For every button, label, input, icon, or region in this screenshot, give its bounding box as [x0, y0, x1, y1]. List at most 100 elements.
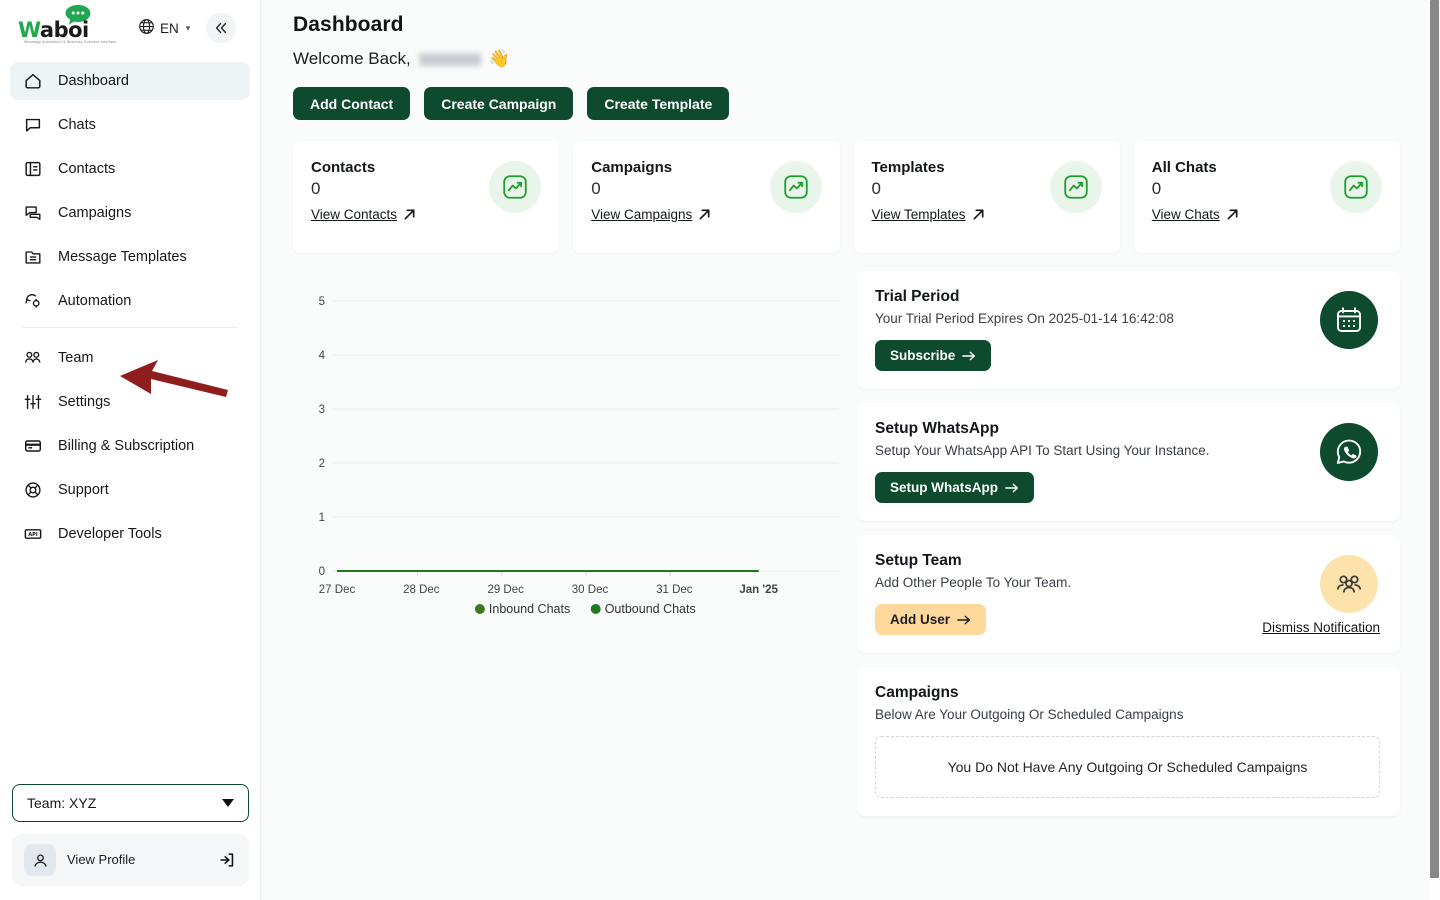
sidebar-item-label: Contacts [58, 161, 116, 177]
profile-text: View Profile [67, 851, 206, 869]
arrow-right-icon [957, 615, 970, 624]
svg-text:2: 2 [319, 458, 325, 470]
view-contacts-link[interactable]: View Contacts [311, 207, 416, 222]
team-selector-label: Team: XYZ [27, 795, 97, 811]
logo-tagline: Whatsapp Automation & Business Outreach … [24, 40, 117, 44]
welcome-username-redacted [418, 52, 481, 66]
stats-cards-row: Contacts 0 View Contacts Campaigns 0 Vie… [293, 141, 1400, 253]
logout-icon[interactable] [217, 850, 237, 870]
setup-whatsapp-button-label: Setup WhatsApp [890, 480, 998, 495]
waving-hand-icon: 👋 [488, 49, 510, 68]
app-root: Waboi Whatsapp Automation & Business Out… [0, 0, 1440, 900]
page-scrollbar-track[interactable] [1429, 0, 1440, 900]
sidebar-item-billing-subscription[interactable]: Billing & Subscription [10, 427, 250, 465]
logo-wordmark-rest: aboi [39, 18, 89, 42]
subscribe-button[interactable]: Subscribe [875, 340, 992, 371]
view-profile-label: View Profile [67, 852, 136, 867]
view-templates-link[interactable]: View Templates [872, 207, 985, 222]
sidebar: Waboi Whatsapp Automation & Business Out… [0, 0, 261, 900]
trial-period-card: Trial Period Your Trial Period Expires O… [857, 271, 1400, 389]
sidebar-item-label: Developer Tools [58, 526, 162, 542]
create-campaign-button[interactable]: Create Campaign [424, 87, 574, 120]
welcome-prefix: Welcome Back, [293, 49, 411, 68]
sidebar-item-settings[interactable]: Settings [10, 383, 250, 421]
sidebar-item-contacts[interactable]: Contacts [10, 150, 250, 188]
campaigns-card-title: Campaigns [875, 684, 959, 701]
language-code: EN [160, 20, 179, 36]
svg-text:28 Dec: 28 Dec [403, 584, 440, 596]
chats-line-chart[interactable]: 0 1 2 3 4 5 27 Dec 28 Dec 29 Dec 30 Dec 31 Dec Jan … [293, 271, 843, 631]
sidebar-item-label: Support [58, 482, 109, 498]
sidebar-nav: Dashboard Chats Contacts Campaigns Messa… [0, 56, 260, 553]
page-title: Dashboard [293, 13, 404, 36]
trend-chart-icon [1330, 161, 1382, 213]
sidebar-item-chats[interactable]: Chats [10, 106, 250, 144]
stat-link-label: View Contacts [311, 207, 398, 222]
stat-link-label: View Templates [871, 207, 966, 222]
campaigns-card-subtitle: Below Are Your Outgoing Or Scheduled Cam… [875, 707, 1184, 722]
chat-bubble-icon [22, 114, 44, 136]
sidebar-item-team[interactable]: Team [10, 339, 250, 377]
sidebar-item-message-templates[interactable]: Message Templates [10, 238, 250, 276]
automation-gear-icon [22, 290, 44, 312]
svg-text:3: 3 [319, 404, 325, 416]
sidebar-item-support[interactable]: Support [10, 471, 250, 509]
sidebar-item-label: Team [58, 350, 94, 366]
sidebar-footer: Team: XYZ View Profile [0, 784, 261, 900]
quick-actions: Add Contact Create Campaign Create Templ… [293, 87, 1400, 120]
subscribe-button-label: Subscribe [890, 348, 956, 363]
sidebar-collapse-button[interactable] [206, 13, 237, 43]
view-campaigns-link[interactable]: View Campaigns [591, 207, 711, 222]
arrow-up-right-icon [973, 209, 984, 220]
add-contact-button[interactable]: Add Contact [293, 87, 411, 120]
svg-text:0: 0 [319, 566, 325, 578]
dashboard-body: 0 1 2 3 4 5 27 Dec 28 Dec 29 Dec 30 Dec 31 Dec Jan … [293, 271, 1400, 830]
sidebar-item-label: Chats [58, 117, 96, 133]
page-scrollbar-thumb[interactable] [1430, 0, 1439, 878]
app-logo: Waboi Whatsapp Automation & Business Out… [18, 3, 122, 53]
dismiss-notification-link[interactable]: Dismiss Notification [1262, 620, 1380, 635]
svg-text:Jan '25: Jan '25 [739, 584, 778, 596]
setup-whatsapp-card: Setup WhatsApp Setup Your WhatsApp API T… [857, 403, 1400, 521]
chevron-down-icon: ▾ [185, 22, 191, 33]
setup-whatsapp-button[interactable]: Setup WhatsApp [875, 472, 1034, 503]
chats-chart-column: 0 1 2 3 4 5 27 Dec 28 Dec 29 Dec 30 Dec 31 Dec Jan … [293, 271, 843, 830]
campaigns-empty-state: You Do Not Have Any Outgoing Or Schedule… [875, 736, 1380, 798]
svg-text:27 Dec: 27 Dec [319, 584, 356, 596]
svg-text:4: 4 [319, 350, 326, 362]
profile-card[interactable]: View Profile [12, 834, 249, 886]
sidebar-item-automation[interactable]: Automation [10, 282, 250, 320]
setup-team-title: Setup Team [875, 552, 962, 569]
setup-whatsapp-subtitle: Setup Your WhatsApp API To Start Using Y… [875, 443, 1210, 458]
sidebar-divider [22, 327, 238, 328]
svg-text:1: 1 [319, 512, 325, 524]
stat-card-campaigns: Campaigns 0 View Campaigns [573, 141, 840, 253]
trial-period-title: Trial Period [875, 288, 960, 305]
arrow-up-right-icon [699, 209, 710, 220]
main-content: Dashboard Welcome Back, 👋 Add Contact Cr… [261, 0, 1440, 900]
campaigns-card: Campaigns Below Are Your Outgoing Or Sch… [857, 667, 1400, 816]
campaigns-icon [22, 202, 44, 224]
setup-whatsapp-title: Setup WhatsApp [875, 420, 999, 437]
sidebar-item-label: Settings [58, 394, 111, 410]
logo-wordmark-prefix: W [18, 18, 40, 42]
credit-card-icon [22, 435, 44, 457]
chart-canvas: 0 1 2 3 4 5 27 Dec 28 Dec 29 Dec 30 Dec 31 Dec Jan … [319, 296, 839, 616]
create-template-button[interactable]: Create Template [587, 87, 730, 120]
right-panels-column: Trial Period Your Trial Period Expires O… [857, 271, 1400, 830]
sidebar-item-dashboard[interactable]: Dashboard [10, 62, 250, 100]
team-selector-dropdown[interactable]: Team: XYZ [12, 784, 249, 822]
language-selector[interactable]: EN ▾ [138, 18, 190, 38]
trend-chart-icon [769, 161, 822, 213]
svg-text:5: 5 [319, 296, 325, 308]
sidebar-item-label: Message Templates [58, 249, 187, 265]
add-user-button[interactable]: Add User [875, 604, 987, 635]
view-chats-link[interactable]: View Chats [1152, 207, 1239, 222]
sidebar-item-developer-tools[interactable]: API Developer Tools [10, 515, 250, 553]
arrow-right-icon [1005, 483, 1018, 492]
user-avatar-icon [24, 844, 56, 876]
sidebar-item-campaigns[interactable]: Campaigns [10, 194, 250, 232]
svg-text:31 Dec: 31 Dec [656, 584, 693, 596]
svg-text:29 Dec: 29 Dec [487, 584, 524, 596]
template-folder-icon [22, 246, 44, 268]
